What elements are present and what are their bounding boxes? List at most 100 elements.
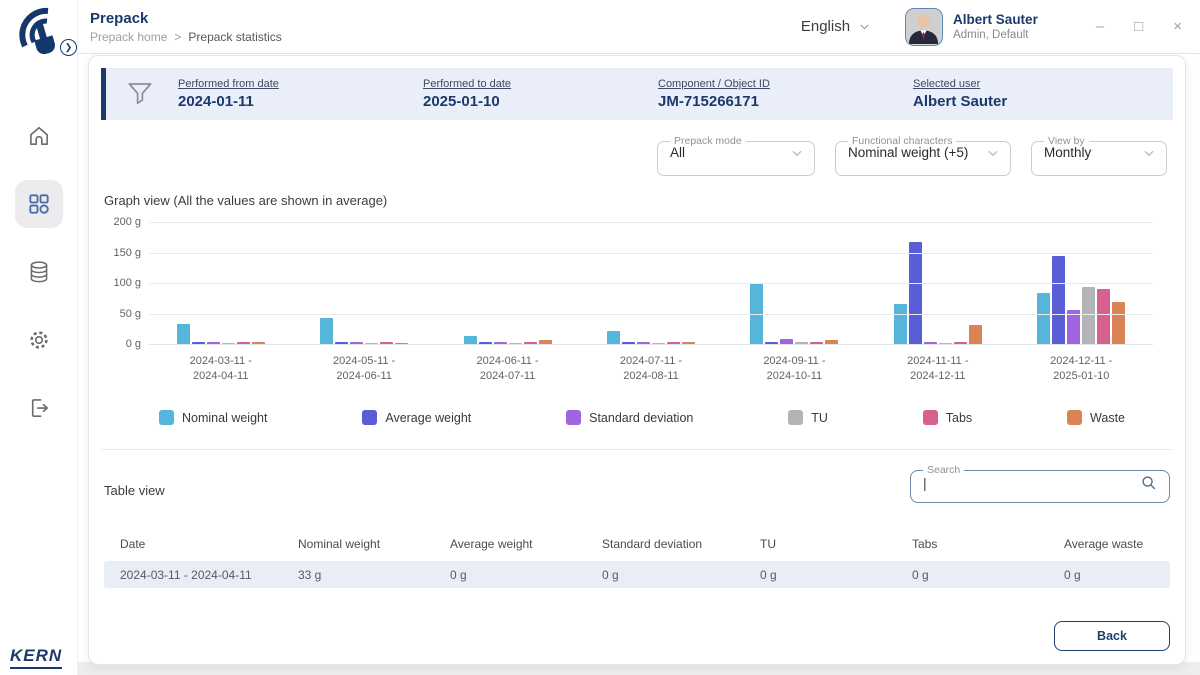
bar-nominal-weight bbox=[607, 331, 620, 344]
table-cell: 0 g bbox=[586, 568, 744, 582]
search-box[interactable]: Search | bbox=[910, 464, 1170, 503]
back-button[interactable]: Back bbox=[1054, 621, 1170, 651]
sidebar-item-settings[interactable] bbox=[15, 316, 63, 364]
legend-item-standard-deviation[interactable]: Standard deviation bbox=[566, 410, 693, 425]
filter-label[interactable]: Component / Object ID bbox=[658, 78, 913, 90]
data-table: DateNominal weightAverage weightStandard… bbox=[104, 537, 1170, 588]
y-tick-label: 200 g bbox=[113, 216, 141, 228]
legend-label: Tabs bbox=[946, 411, 972, 425]
legend-label: Average weight bbox=[385, 411, 471, 425]
home-icon bbox=[26, 123, 52, 149]
database-icon bbox=[26, 259, 52, 285]
column-header-nominal-weight: Nominal weight bbox=[282, 537, 434, 551]
view-by-control[interactable]: Monthly bbox=[1044, 145, 1156, 160]
prepack-mode-control[interactable]: All bbox=[670, 145, 804, 160]
table-cell: 0 g bbox=[1048, 568, 1170, 582]
avatar bbox=[905, 8, 943, 46]
bar-waste bbox=[1112, 302, 1125, 344]
legend-swatch bbox=[362, 410, 377, 425]
apps-grid-icon bbox=[26, 191, 52, 217]
chevron-down-icon bbox=[986, 146, 1000, 160]
chart-y-axis: 0 g50 g100 g150 g200 g bbox=[103, 222, 149, 344]
legend-label: Waste bbox=[1090, 411, 1125, 425]
text-caret: | bbox=[923, 475, 927, 491]
x-tick-label: 2024-12-11 - 2025-01-10 bbox=[1010, 354, 1153, 384]
legend-swatch bbox=[159, 410, 174, 425]
legend-item-nominal-weight[interactable]: Nominal weight bbox=[159, 410, 267, 425]
bar-chart: 0 g50 g100 g150 g200 g bbox=[103, 222, 1153, 344]
legend-swatch bbox=[566, 410, 581, 425]
selects-row: Prepack mode All Functional characters N… bbox=[101, 135, 1167, 176]
search-input[interactable]: | bbox=[923, 473, 1159, 493]
filter-performed-to: Performed to date 2025-01-10 bbox=[423, 78, 658, 110]
prepack-mode-select[interactable]: Prepack mode All bbox=[657, 135, 815, 176]
sidebar-nav bbox=[0, 112, 78, 432]
sidebar-item-logout[interactable] bbox=[15, 384, 63, 432]
bar-standard-deviation bbox=[1067, 310, 1080, 344]
chart-x-axis: 2024-03-11 - 2024-04-112024-05-11 - 2024… bbox=[149, 354, 1153, 384]
user-text: Albert Sauter Admin, Default bbox=[953, 12, 1038, 41]
bar-nominal-weight bbox=[320, 318, 333, 344]
legend-swatch bbox=[1067, 410, 1082, 425]
gridline-100 bbox=[149, 283, 1153, 284]
language-dropdown[interactable]: English bbox=[801, 18, 871, 35]
legend-item-tabs[interactable]: Tabs bbox=[923, 410, 972, 425]
functional-characters-select[interactable]: Functional characters Nominal weight (+5… bbox=[835, 135, 1011, 176]
breadcrumb: Prepack home > Prepack statistics bbox=[90, 30, 282, 44]
view-by-value: Monthly bbox=[1044, 145, 1091, 160]
bar-nominal-weight bbox=[894, 304, 907, 344]
table-cell: 0 g bbox=[434, 568, 586, 582]
sidebar-item-home[interactable] bbox=[15, 112, 63, 160]
chart-legend: Nominal weight Average weight Standard dev… bbox=[159, 410, 1125, 425]
chevron-down-icon bbox=[858, 20, 871, 33]
legend-label: Standard deviation bbox=[589, 411, 693, 425]
column-header-tabs: Tabs bbox=[896, 537, 1048, 551]
filter-value: 2025-01-10 bbox=[423, 93, 658, 110]
user-chip[interactable]: Albert Sauter Admin, Default bbox=[905, 8, 1038, 46]
close-button[interactable]: × bbox=[1173, 18, 1182, 35]
table-row[interactable]: 2024-03-11 - 2024-04-1133 g0 g0 g0 g0 g0… bbox=[104, 561, 1170, 588]
table-cell: 0 g bbox=[896, 568, 1048, 582]
bar-waste bbox=[969, 325, 982, 344]
legend-label: TU bbox=[811, 411, 828, 425]
sidebar-item-database[interactable] bbox=[15, 248, 63, 296]
table-head-row: Table view Search | bbox=[104, 464, 1170, 503]
search-icon[interactable] bbox=[1139, 473, 1159, 493]
gridline-200 bbox=[149, 222, 1153, 223]
filter-accent-bar bbox=[101, 68, 106, 120]
functional-characters-control[interactable]: Nominal weight (+5) bbox=[848, 145, 1000, 160]
avatar-photo bbox=[906, 9, 941, 44]
sidebar: ❯ bbox=[0, 0, 78, 675]
header: Prepack Prepack home > Prepack statistic… bbox=[78, 0, 1200, 54]
filter-label[interactable]: Selected user bbox=[913, 78, 1007, 90]
breadcrumb-home[interactable]: Prepack home bbox=[90, 30, 167, 44]
sidebar-item-apps[interactable] bbox=[15, 180, 63, 228]
header-right: English Albert Sauter Admin, Default bbox=[801, 8, 1182, 46]
minimize-button[interactable]: – bbox=[1096, 18, 1104, 35]
legend-item-waste[interactable]: Waste bbox=[1067, 410, 1125, 425]
sidebar-expand-button[interactable]: ❯ bbox=[60, 39, 77, 56]
filter-value: 2024-01-11 bbox=[178, 93, 423, 110]
column-header-tu: TU bbox=[744, 537, 896, 551]
legend-item-tu[interactable]: TU bbox=[788, 410, 828, 425]
breadcrumb-current: Prepack statistics bbox=[188, 30, 281, 44]
bar-average-weight bbox=[909, 242, 922, 344]
chart-plot bbox=[149, 222, 1153, 344]
app-window: ❯ bbox=[0, 0, 1200, 675]
table-title: Table view bbox=[104, 483, 165, 498]
functional-characters-value: Nominal weight (+5) bbox=[848, 145, 968, 160]
maximize-button[interactable]: □ bbox=[1134, 18, 1143, 35]
filter-label[interactable]: Performed from date bbox=[178, 78, 423, 90]
user-name: Albert Sauter bbox=[953, 12, 1038, 27]
window-controls: – □ × bbox=[1096, 18, 1182, 35]
chevron-down-icon bbox=[790, 146, 804, 160]
view-by-select[interactable]: View by Monthly bbox=[1031, 135, 1167, 176]
search-label: Search bbox=[923, 464, 964, 476]
legend-item-average-weight[interactable]: Average weight bbox=[362, 410, 471, 425]
gridline-50 bbox=[149, 314, 1153, 315]
table-cell: 33 g bbox=[282, 568, 434, 582]
page-title: Prepack bbox=[90, 10, 282, 27]
filter-label[interactable]: Performed to date bbox=[423, 78, 658, 90]
y-tick-label: 0 g bbox=[126, 338, 141, 350]
bar-tabs bbox=[1097, 289, 1110, 344]
